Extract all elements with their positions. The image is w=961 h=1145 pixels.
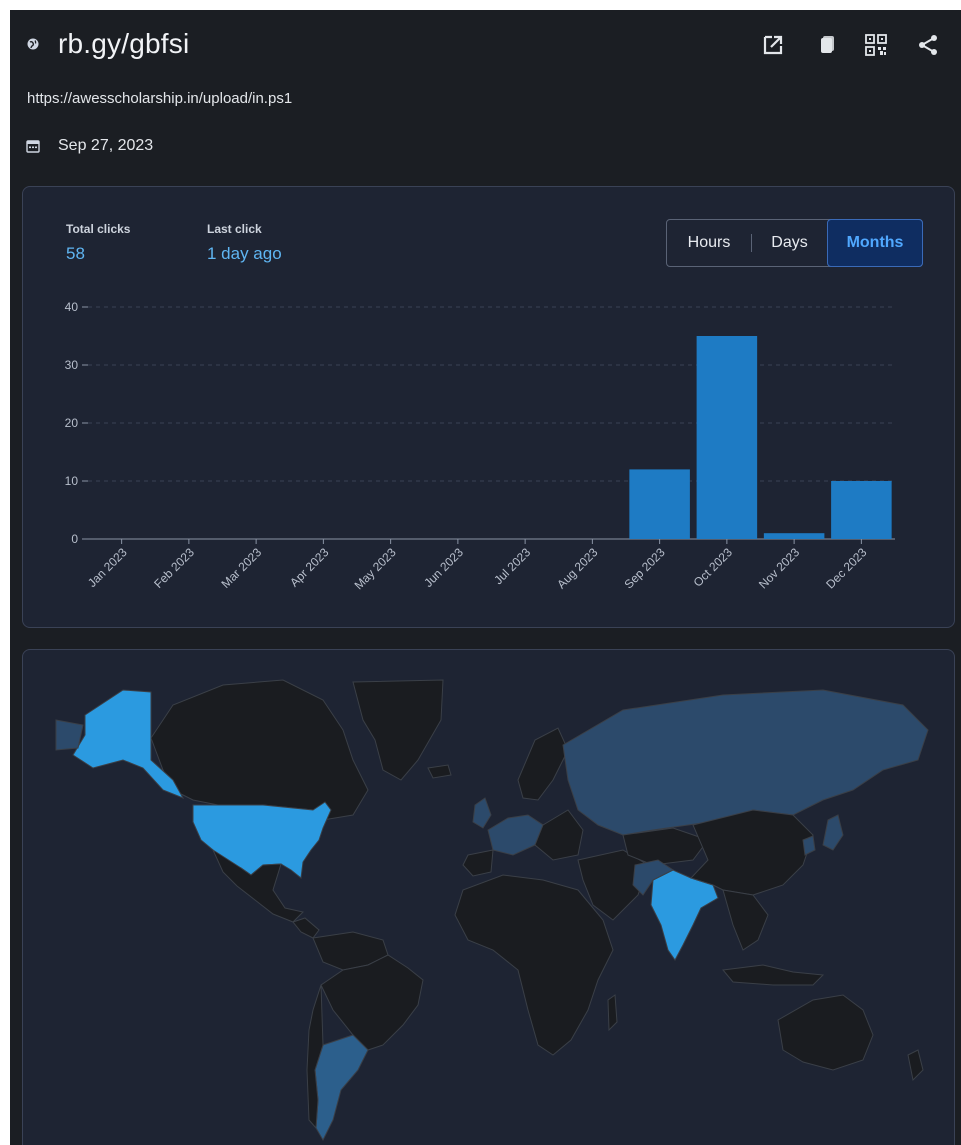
map-country-argentina[interactable] bbox=[314, 1034, 369, 1142]
bar[interactable] bbox=[831, 481, 892, 539]
map-region-africa[interactable] bbox=[454, 874, 614, 1056]
copy-icon[interactable] bbox=[814, 32, 840, 58]
map-country-korea[interactable] bbox=[802, 835, 816, 856]
x-tick-label: Jan 2023 bbox=[85, 545, 130, 590]
x-tick-label: Mar 2023 bbox=[218, 545, 264, 591]
x-tick-label: May 2023 bbox=[352, 545, 399, 592]
x-tick-label: Aug 2023 bbox=[554, 545, 600, 591]
map-country-australia[interactable] bbox=[777, 994, 874, 1071]
map-country-uk[interactable] bbox=[472, 797, 492, 829]
map-country-brazil[interactable] bbox=[320, 954, 424, 1051]
short-link-title[interactable]: rb.gy/gbfsi bbox=[58, 28, 189, 60]
x-tick-label: Oct 2023 bbox=[691, 545, 736, 590]
x-tick-label: Jul 2023 bbox=[491, 545, 533, 587]
map-region-eastern-europe[interactable] bbox=[534, 809, 584, 861]
share-icon[interactable] bbox=[915, 32, 941, 58]
map-countries bbox=[55, 679, 929, 1142]
map-country-canada[interactable] bbox=[150, 679, 369, 821]
map-region-southeast-asia[interactable] bbox=[722, 889, 769, 951]
y-tick-label: 30 bbox=[65, 358, 79, 372]
destination-url[interactable]: https://awesscholarship.in/upload/in.ps1 bbox=[27, 90, 292, 107]
bar[interactable] bbox=[629, 469, 690, 539]
x-tick-label: Apr 2023 bbox=[287, 545, 332, 590]
calendar-icon bbox=[26, 140, 40, 153]
map-country-madagascar[interactable] bbox=[607, 994, 618, 1032]
y-tick-label: 0 bbox=[71, 532, 78, 546]
x-tick-label: Dec 2023 bbox=[823, 545, 869, 591]
link-header: rb.gy/gbfsi bbox=[10, 10, 961, 80]
y-tick-label: 20 bbox=[65, 416, 79, 430]
map-region-iberia[interactable] bbox=[462, 849, 494, 877]
map-country-greenland[interactable] bbox=[352, 679, 444, 781]
x-tick-label: Feb 2023 bbox=[151, 545, 197, 591]
map-region-scandinavia[interactable] bbox=[517, 727, 569, 801]
open-external-icon[interactable] bbox=[760, 32, 786, 58]
globe-icon bbox=[27, 38, 39, 50]
map-region-indonesia[interactable] bbox=[722, 964, 825, 986]
map-country-china[interactable] bbox=[690, 809, 814, 896]
world-map-card bbox=[22, 649, 955, 1145]
created-date: Sep 27, 2023 bbox=[58, 137, 154, 154]
map-country-new-zealand[interactable] bbox=[907, 1049, 924, 1082]
x-tick-label: Jun 2023 bbox=[421, 545, 466, 590]
y-tick-label: 10 bbox=[65, 474, 79, 488]
x-tick-label: Sep 2023 bbox=[622, 545, 668, 591]
clicks-world-map bbox=[55, 679, 929, 1142]
map-region-central-america[interactable] bbox=[292, 917, 320, 939]
bar[interactable] bbox=[763, 533, 825, 539]
x-tick-label: Nov 2023 bbox=[756, 545, 802, 591]
map-country-iceland[interactable] bbox=[427, 764, 452, 779]
qr-code-icon[interactable] bbox=[863, 32, 889, 58]
map-region-western-europe[interactable] bbox=[487, 814, 544, 856]
map-country-japan[interactable] bbox=[822, 814, 844, 851]
y-tick-label: 40 bbox=[65, 300, 79, 314]
clicks-bar-chart: 0 10 20 30 40 Jan 2023 Feb 2023 Mar 2023 Apr 202… bbox=[65, 300, 895, 592]
bar[interactable] bbox=[696, 336, 758, 539]
link-details-panel: rb.gy/gbfsi https://awesscholarship.in/u… bbox=[10, 10, 961, 1145]
map-country-chukotka[interactable] bbox=[55, 719, 84, 751]
clicks-chart-card: Total clicks 58 Last click 1 day ago Hou… bbox=[22, 186, 955, 628]
